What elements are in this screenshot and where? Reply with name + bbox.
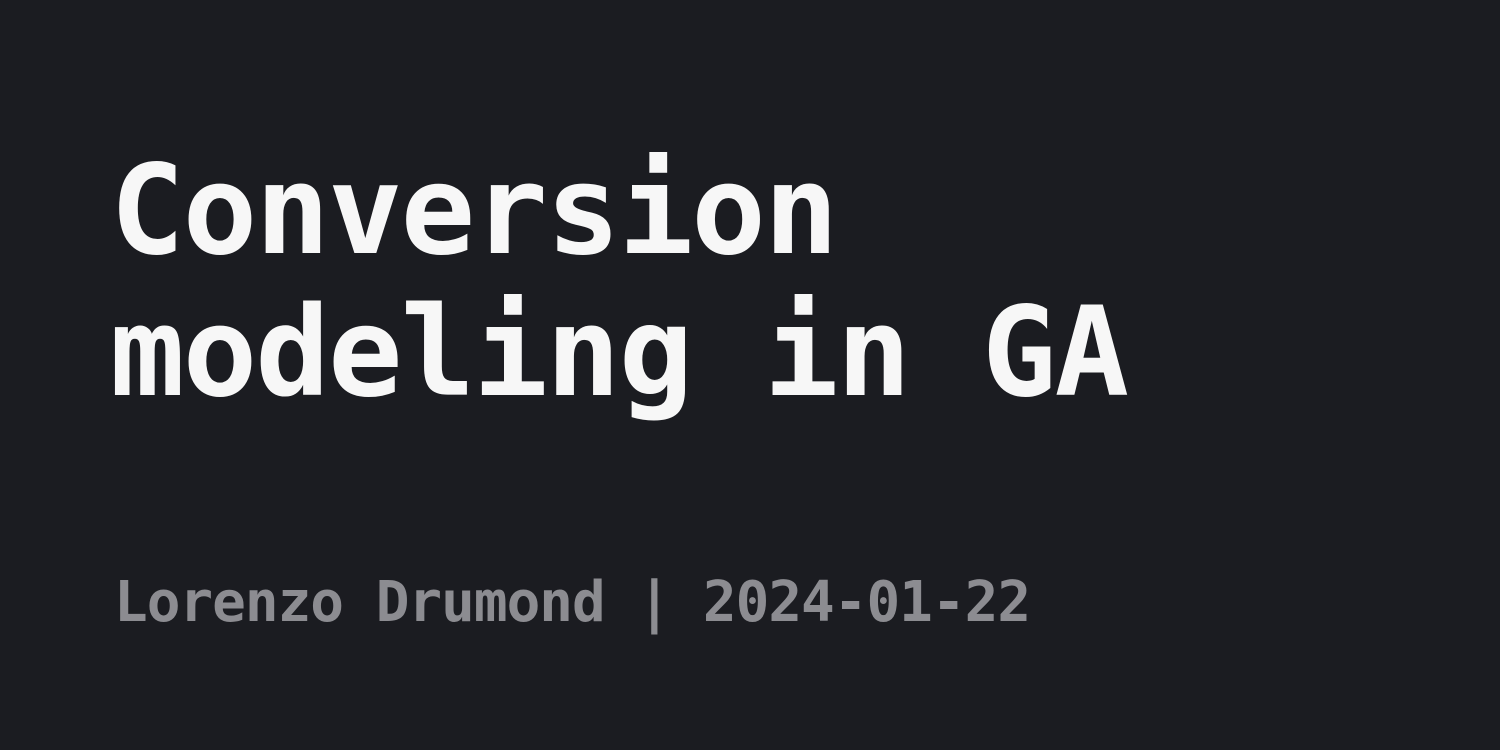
byline-separator: | [637, 570, 671, 635]
publish-date: 2024-01-22 [702, 570, 1031, 635]
title-card: Conversion modeling in GA Lorenzo Drumon… [0, 0, 1500, 750]
title-line-2: modeling in GA [110, 281, 1129, 425]
page-title: Conversion modeling in GA [110, 140, 1410, 424]
author-name: Lorenzo Drumond [114, 570, 606, 635]
title-line-1: Conversion [110, 139, 839, 283]
byline: Lorenzo Drumond | 2024-01-22 [114, 570, 1031, 636]
